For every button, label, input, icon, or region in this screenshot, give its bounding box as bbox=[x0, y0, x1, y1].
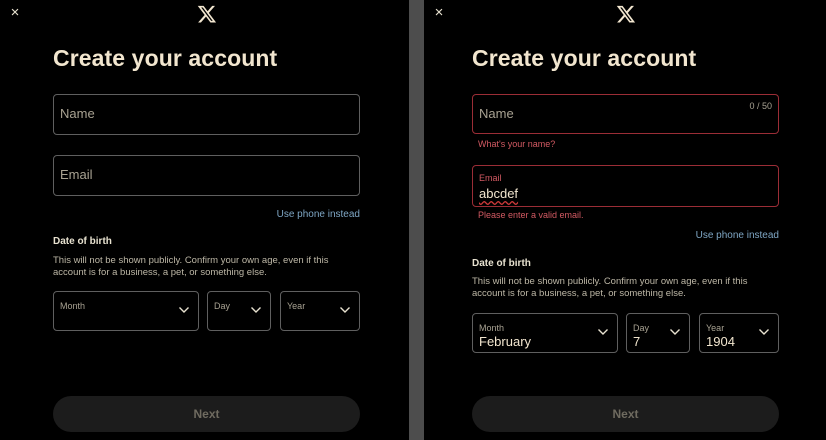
month-select[interactable]: Month bbox=[53, 291, 199, 331]
next-button[interactable]: Next bbox=[472, 396, 779, 432]
day-value: 7 bbox=[633, 334, 641, 349]
use-phone-link[interactable]: Use phone instead bbox=[696, 230, 779, 241]
next-button[interactable]: Next bbox=[53, 396, 360, 432]
page-title: Create your account bbox=[472, 45, 697, 71]
x-logo-icon bbox=[616, 5, 636, 23]
month-label: Month bbox=[479, 323, 505, 333]
month-value: February bbox=[479, 334, 532, 349]
signup-panel-filled: × Create your account Name 0 / 50 What's… bbox=[424, 0, 826, 440]
name-placeholder: Name bbox=[479, 106, 514, 121]
dob-description: This will not be shown publicly. Confirm… bbox=[472, 276, 748, 299]
use-phone-link[interactable]: Use phone instead bbox=[277, 209, 360, 220]
x-logo-icon bbox=[197, 5, 217, 23]
year-select[interactable]: Year 1904 bbox=[699, 313, 779, 353]
email-input[interactable]: Email abcdef bbox=[472, 165, 779, 207]
panel-divider bbox=[409, 0, 424, 440]
name-error-message: What's your name? bbox=[478, 139, 556, 149]
year-select[interactable]: Year bbox=[280, 291, 360, 331]
day-select[interactable]: Day bbox=[207, 291, 271, 331]
page-title: Create your account bbox=[53, 45, 278, 71]
email-placeholder: Email bbox=[60, 167, 93, 182]
month-select[interactable]: Month February bbox=[472, 313, 618, 353]
year-label: Year bbox=[287, 301, 306, 311]
email-value: abcdef bbox=[479, 186, 519, 201]
month-label: Month bbox=[60, 301, 86, 311]
close-button[interactable]: × bbox=[432, 5, 446, 21]
day-label: Day bbox=[633, 323, 650, 333]
email-error-message: Please enter a valid email. bbox=[478, 210, 584, 220]
signup-panel-empty: × Create your account Name Email Use pho… bbox=[0, 0, 409, 440]
name-input[interactable]: Name bbox=[53, 94, 360, 135]
name-placeholder: Name bbox=[60, 106, 95, 121]
day-label: Day bbox=[214, 301, 231, 311]
chevron-down-icon bbox=[598, 329, 608, 335]
year-label: Year bbox=[706, 323, 725, 333]
name-input[interactable]: Name 0 / 50 bbox=[472, 94, 779, 134]
email-input[interactable]: Email bbox=[53, 155, 360, 196]
chevron-down-icon bbox=[251, 307, 261, 313]
chevron-down-icon bbox=[759, 329, 769, 335]
year-value: 1904 bbox=[706, 334, 735, 349]
chevron-down-icon bbox=[340, 307, 350, 313]
dob-heading: Date of birth bbox=[472, 258, 531, 269]
day-select[interactable]: Day 7 bbox=[626, 313, 690, 353]
chevron-down-icon bbox=[179, 307, 189, 313]
dob-heading: Date of birth bbox=[53, 236, 112, 247]
name-char-counter: 0 / 50 bbox=[749, 101, 772, 111]
email-label: Email bbox=[479, 173, 502, 183]
chevron-down-icon bbox=[670, 329, 680, 335]
close-button[interactable]: × bbox=[8, 5, 22, 21]
dob-description: This will not be shown publicly. Confirm… bbox=[53, 255, 329, 278]
